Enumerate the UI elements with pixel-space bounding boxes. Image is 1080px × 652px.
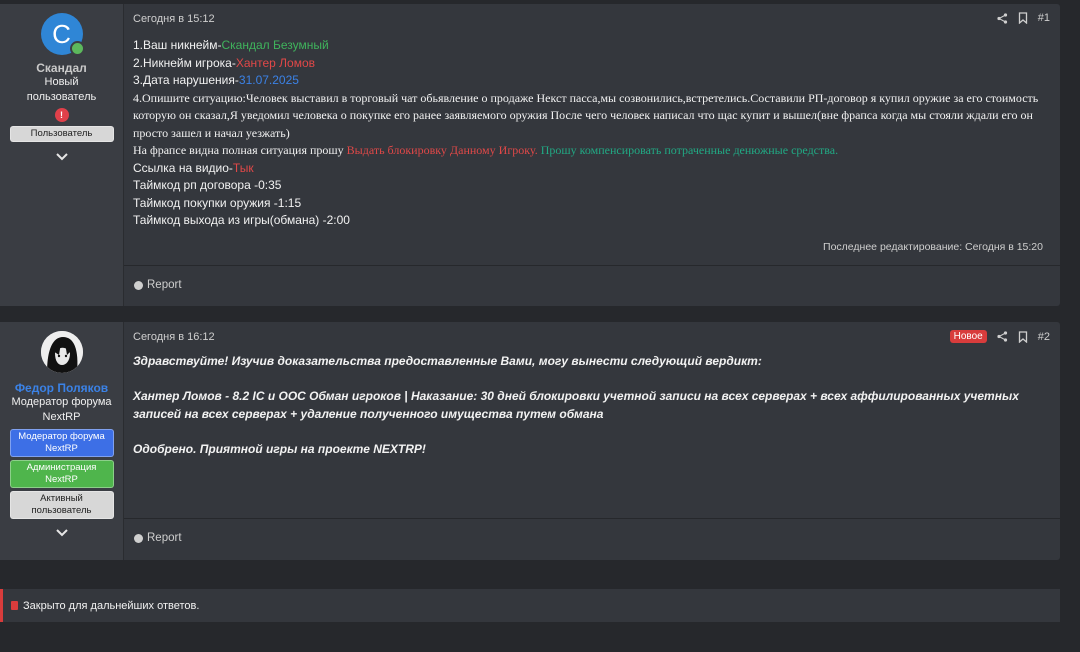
request-text: На фрапсе видна полная ситуация прошу (133, 143, 347, 157)
video-link[interactable]: Тык (233, 161, 254, 175)
share-icon[interactable] (997, 12, 1008, 24)
report-link[interactable]: Report (134, 532, 182, 544)
avatar[interactable] (40, 331, 83, 373)
report-label: Report (147, 532, 182, 544)
line-1-value: Скандал Безумный (221, 38, 329, 52)
bookmark-icon[interactable] (1018, 330, 1028, 343)
situation-text: 4.Опишите ситуацию:Человек выставил в то… (133, 90, 1039, 140)
bookmark-icon[interactable] (1018, 12, 1028, 24)
new-badge: Новое (949, 330, 987, 343)
post-2: Федор Поляков Модератор форума NextRP Мо… (0, 322, 1060, 560)
anime-avatar-image (40, 331, 83, 373)
user-badge-active: Активный пользователь (9, 491, 114, 519)
line-3-value: 31.07.2025 (238, 73, 299, 87)
post-content: 1.Ваш никнейм-Скандал Безумный 2.Никнейм… (133, 37, 1050, 230)
user-panel: Федор Поляков Модератор форума NextRP Мо… (0, 322, 124, 560)
post-content: Здравствуйте! Изучив доказательства пред… (133, 353, 1050, 458)
closed-notice-text: Закрыто для дальнейших ответов. (23, 599, 200, 612)
avatar-letter: C (52, 18, 71, 49)
post-number[interactable]: #1 (1038, 12, 1050, 24)
user-title: Модератор форума NextRP (11, 396, 112, 423)
verdict-greeting: Здравствуйте! Изучив доказательства пред… (133, 354, 762, 368)
line-2-value: Хантер Ломов (235, 55, 316, 70)
video-label: Ссылка на видио- (133, 160, 233, 175)
timecode-3: Таймкод выхода из игры(обмана) -2:00 (133, 213, 350, 227)
user-title: Новый пользователь (26, 76, 97, 103)
username[interactable]: Федор Поляков (15, 381, 108, 395)
user-warning-icon: ! (54, 108, 69, 122)
request-block: Выдать блокировку Данному Игроку. (346, 143, 538, 157)
timecode-1: Таймкод рп договора -0:35 (133, 178, 282, 192)
verdict-punishment: Хантер Ломов - 8.2 IC и OOC Обман игроко… (133, 389, 1019, 421)
report-icon (134, 533, 143, 543)
avatar[interactable]: C (40, 13, 85, 56)
line-3-label: 3.Дата нарушения- (133, 73, 239, 87)
lock-icon (11, 601, 18, 610)
report-icon (134, 280, 143, 290)
post-main: Сегодня в 16:12 Новое #2 Здравствуйте! И… (124, 322, 1060, 560)
chevron-down-icon[interactable] (55, 152, 69, 162)
post-date[interactable]: Сегодня в 15:12 (133, 13, 215, 25)
user-badge: Пользователь (9, 126, 114, 142)
user-badge-moderator: Модератор форума NextRP (9, 429, 114, 457)
share-icon[interactable] (997, 331, 1008, 342)
report-link[interactable]: Report (134, 279, 182, 291)
verdict-approved: Одобрено. Приятной игры на проекте NEXTR… (133, 441, 426, 456)
post-main: Сегодня в 15:12 #1 1.Ваш никнейм-Скандал… (124, 4, 1060, 306)
thread-closed-notice: Закрыто для дальнейших ответов. (0, 589, 1060, 622)
post-actions: Новое #2 (949, 330, 1050, 343)
line-1-label: 1.Ваш никнейм- (133, 38, 222, 52)
post-number[interactable]: #2 (1038, 331, 1050, 343)
post-date[interactable]: Сегодня в 16:12 (133, 331, 215, 343)
online-status-icon (69, 41, 85, 56)
user-badge-admin: Администрация NextRP (9, 460, 114, 488)
last-edited[interactable]: Последнее редактирование: Сегодня в 15:2… (823, 241, 1043, 253)
report-label: Report (147, 279, 182, 291)
username[interactable]: Скандал (36, 61, 87, 75)
post-footer: Report (124, 518, 1060, 559)
chevron-down-icon[interactable] (55, 528, 69, 538)
request-compensation: Прошу компенсировать потраченные денюжны… (537, 143, 839, 157)
post-footer: Report (124, 265, 1060, 306)
post-actions: #1 (997, 12, 1050, 24)
user-panel: C Скандал Новый пользователь ! Пользоват… (0, 4, 124, 306)
post-1: C Скандал Новый пользователь ! Пользоват… (0, 4, 1060, 306)
line-2-label: 2.Никнейм игрока- (133, 55, 236, 70)
timecode-2: Таймкод покупки оружия -1:15 (133, 195, 302, 210)
